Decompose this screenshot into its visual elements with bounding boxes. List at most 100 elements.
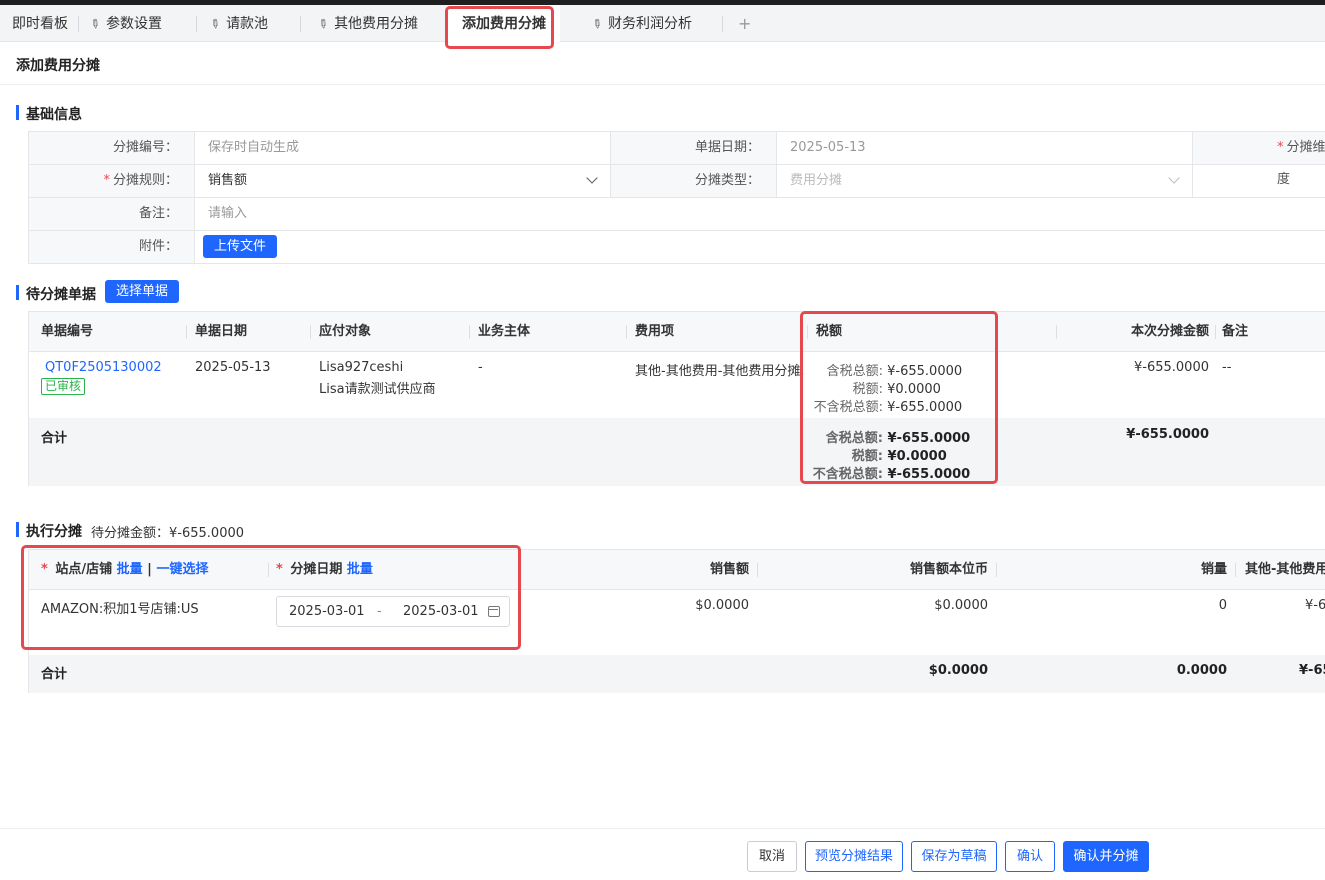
column-header-quantity: 销量 — [1200, 562, 1227, 577]
one-click-select-link[interactable]: 一键选择 — [156, 562, 208, 577]
quantity-cell: 0 — [1218, 598, 1227, 613]
date-range-separator: - — [377, 604, 382, 619]
footer-action-bar: 取消 预览分摊结果 保存为草稿 确认 确认并分摊 — [0, 828, 1325, 880]
date-batch-link[interactable]: 批量 — [347, 562, 373, 577]
header-pipe: | — [147, 562, 152, 577]
expense-item-cell: 其他-其他费用-其他费用分摊... — [635, 364, 805, 379]
chevron-down-icon — [586, 172, 598, 184]
tab-label: 即时看板 — [12, 16, 68, 32]
status-badge: 已审核 — [41, 378, 86, 395]
table-header: * 站点/店铺 批量 | 一键选择 * 分摊日期 批量 销售额 销售额本位币 销… — [29, 550, 1325, 590]
tab-dashboard[interactable]: 即时看板 — [12, 5, 68, 42]
pending-amount: 待分摊金额：¥-655.0000 — [91, 522, 244, 541]
tab-add-expense-allocation[interactable]: 添加费用分摊 — [448, 5, 560, 42]
column-divider — [626, 325, 627, 339]
doc-no-link[interactable]: QT0F2505130002 — [45, 360, 162, 375]
tax-incl-label: 含税总额: — [826, 364, 883, 379]
payee-cell: Lisa927ceshi — [319, 360, 404, 375]
field-label-allocation-no: 分摊编号： — [28, 132, 195, 164]
tab-bar: 即时看板 ✎ 参数设置 ✎ 请款池 ✎ 其他费用分摊 添加费用分摊 ✎ 财务利润分析 + — [0, 5, 1325, 42]
tab-divider — [196, 16, 197, 32]
tab-financial-profit-analysis[interactable]: ✎ 财务利润分析 — [589, 5, 692, 42]
field-label-allocation-type: 分摊类型： — [610, 165, 777, 197]
total-tax: 税额: ¥0.0000 — [799, 445, 947, 464]
entity-cell: - — [478, 360, 483, 375]
allocation-no-field: 保存时自动生成 — [208, 140, 300, 155]
allocation-date-range-picker[interactable]: 2025-03-01 - 2025-03-01 — [276, 596, 510, 627]
remark-input[interactable]: 请输入 — [195, 198, 1325, 230]
tax-label: 税额: — [852, 382, 883, 397]
required-mark: * — [1277, 140, 1284, 155]
tab-label: 请款池 — [226, 16, 269, 32]
column-header-allocation-date: * 分摊日期 批量 — [276, 550, 373, 590]
calendar-icon[interactable] — [488, 606, 500, 617]
total-tax-excl-label: 不含税总额: — [812, 467, 883, 482]
store-batch-link[interactable]: 批量 — [117, 562, 143, 577]
confirm-button[interactable]: 确认 — [1005, 841, 1055, 872]
tab-divider — [300, 16, 301, 32]
form-row: * 分摊规则： 销售额 分摊类型： 费用分摊 — [28, 165, 1325, 198]
add-tab-icon[interactable]: + — [738, 5, 751, 43]
table-total-row: 合计 含税总额: ¥-655.0000 税额: ¥0.0000 不含税总额: ¥… — [29, 418, 1325, 486]
confirm-and-allocate-button[interactable]: 确认并分摊 — [1063, 841, 1149, 872]
total-tax-incl-value: ¥-655.0000 — [887, 431, 971, 446]
save-draft-button[interactable]: 保存为草稿 — [911, 841, 997, 872]
payee-cell-secondary: Lisa请款测试供应商 — [319, 382, 436, 397]
total-tax-excl-value: ¥-655.0000 — [887, 467, 971, 482]
field-label-doc-date: 单据日期： — [610, 132, 777, 164]
tax-excl-total: 不含税总额: ¥-655.0000 — [799, 396, 963, 415]
column-header-tax: 税额 — [816, 324, 843, 339]
date-range-start[interactable]: 2025-03-01 — [289, 604, 365, 619]
upload-file-button[interactable]: 上传文件 — [203, 235, 277, 258]
tax-excl-label: 不含税总额: — [813, 400, 883, 415]
tab-parameter-settings[interactable]: ✎ 参数设置 — [87, 5, 162, 42]
column-divider — [268, 563, 269, 577]
total-label: 合计 — [41, 667, 68, 682]
column-divider — [469, 325, 470, 339]
allocation-rule-select[interactable]: 销售额 — [195, 165, 610, 197]
date-range-end[interactable]: 2025-03-01 — [403, 604, 479, 619]
tab-other-expense-allocation[interactable]: ✎ 其他费用分摊 — [315, 5, 419, 42]
column-header-doc-date: 单据日期 — [195, 324, 248, 339]
column-header-sales: 销售额 — [709, 562, 749, 577]
column-header-expense-item: 费用项 — [635, 324, 675, 339]
column-divider — [1215, 325, 1216, 339]
page-title: 添加费用分摊 — [16, 58, 100, 74]
column-header-payee: 应付对象 — [319, 324, 372, 339]
preview-allocation-button[interactable]: 预览分摊结果 — [805, 841, 903, 872]
sales-cell: $0.0000 — [695, 598, 749, 613]
pending-amount-value: ¥-655.0000 — [169, 526, 245, 541]
column-header-allocation-amount: 本次分摊金额 — [1130, 324, 1209, 339]
tax-value: ¥0.0000 — [887, 382, 941, 397]
table-header: 单据编号 单据日期 应付对象 业务主体 费用项 税额 本次分摊金额 备注 — [29, 312, 1325, 352]
tab-payment-pool[interactable]: ✎ 请款池 — [207, 5, 269, 42]
required-mark: * — [41, 562, 48, 577]
total-other-expense: ¥-65 — [1299, 663, 1325, 678]
column-divider — [807, 325, 808, 339]
select-documents-button[interactable]: 选择单据 — [105, 280, 179, 303]
status-badge-label: 已审核 — [41, 378, 86, 395]
column-divider — [1056, 325, 1057, 339]
execute-allocation-table: * 站点/店铺 批量 | 一键选择 * 分摊日期 批量 销售额 销售额本位币 销… — [28, 549, 1325, 693]
cancel-button[interactable]: 取消 — [747, 841, 797, 872]
section-title-basic-info: 基础信息 — [16, 104, 82, 124]
total-tax-excl: 不含税总额: ¥-655.0000 — [799, 463, 970, 482]
pending-amount-label: 待分摊金额： — [91, 526, 170, 541]
required-mark: * — [103, 173, 110, 188]
column-header-sales-base-currency: 销售额本位币 — [909, 562, 988, 577]
tax-amount: 税额: ¥0.0000 — [799, 378, 941, 397]
field-label-attachment: 附件： — [28, 231, 195, 263]
attachment-field: 上传文件 — [195, 231, 1325, 263]
form-row: 附件： 上传文件 — [28, 231, 1325, 264]
total-sales-base: $0.0000 — [928, 663, 988, 678]
tab-divider — [78, 16, 79, 32]
chevron-down-icon — [1168, 172, 1180, 184]
column-header-entity: 业务主体 — [478, 324, 531, 339]
date-header-label: 分摊日期 — [290, 562, 343, 577]
tab-label: 其他费用分摊 — [334, 16, 419, 32]
column-header-other-expense: 其他-其他费用- — [1245, 562, 1325, 577]
basic-info-form: 分摊编号： 保存时自动生成 单据日期： 2025-05-13 * 分摊维度 * 分摊… — [28, 131, 1325, 264]
doc-date-field: 2025-05-13 — [790, 140, 866, 155]
allocation-type-select[interactable]: 费用分摊 — [777, 165, 1192, 197]
field-label-allocation-dimension: * 分摊维度 — [1192, 132, 1325, 187]
